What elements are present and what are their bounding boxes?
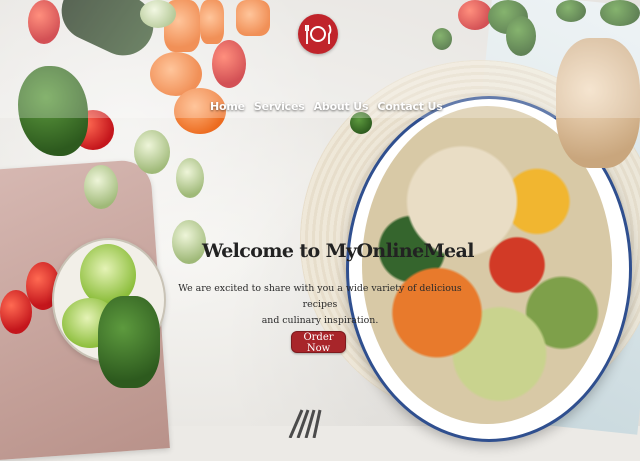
nav-link-home[interactable]: Home <box>210 100 245 113</box>
parsley-image <box>98 296 160 388</box>
order-now-button[interactable]: Order Now <box>291 331 346 354</box>
brussels-sprout-image <box>134 130 170 174</box>
nav-link-contact-us[interactable]: Contact Us <box>377 100 442 113</box>
fork-image <box>288 409 322 438</box>
hero-subtitle-line-2: and culinary inspiration. <box>261 315 379 326</box>
site-logo[interactable] <box>298 14 338 54</box>
brussels-sprout-image <box>84 165 118 209</box>
hero-subtitle: We are excited to share with you a wide … <box>178 281 462 326</box>
nav-link-services[interactable]: Services <box>254 100 305 113</box>
brussels-sprout-image <box>176 158 204 198</box>
brussels-sprout-image <box>172 220 206 264</box>
plate-fork-knife-icon <box>305 24 332 44</box>
hero-subtitle-line-1: We are excited to share with you a wide … <box>178 283 462 310</box>
nav-link-about-us[interactable]: About Us <box>314 100 369 113</box>
main-nav: Home Services About Us Contact Us <box>210 96 443 116</box>
hero-title: Welcome to MyOnlineMeal <box>202 240 474 262</box>
site-header: Home Services About Us Contact Us <box>0 0 640 118</box>
